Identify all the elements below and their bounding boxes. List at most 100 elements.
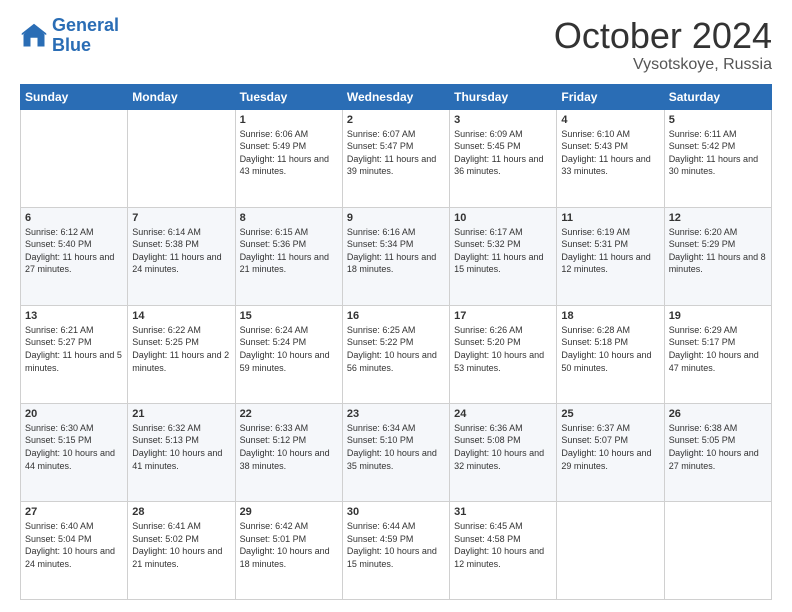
day-number: 10: [454, 212, 552, 224]
day-number: 28: [132, 506, 230, 518]
month-title: October 2024: [554, 16, 772, 56]
day-info: Sunrise: 6:30 AM Sunset: 5:15 PM Dayligh…: [25, 422, 123, 472]
day-number: 11: [561, 212, 659, 224]
logo: General Blue: [20, 16, 119, 56]
weekday-header: Sunday: [21, 84, 128, 109]
day-info: Sunrise: 6:40 AM Sunset: 5:04 PM Dayligh…: [25, 520, 123, 570]
day-number: 21: [132, 408, 230, 420]
logo-line1: General: [52, 15, 119, 35]
day-info: Sunrise: 6:15 AM Sunset: 5:36 PM Dayligh…: [240, 226, 338, 276]
day-info: Sunrise: 6:14 AM Sunset: 5:38 PM Dayligh…: [132, 226, 230, 276]
day-number: 22: [240, 408, 338, 420]
calendar-cell: 23 Sunrise: 6:34 AM Sunset: 5:10 PM Dayli…: [342, 403, 449, 501]
calendar-cell: [128, 109, 235, 207]
calendar-week-row: 13 Sunrise: 6:21 AM Sunset: 5:27 PM Dayli…: [21, 305, 772, 403]
weekday-header: Tuesday: [235, 84, 342, 109]
calendar-cell: 2Sunrise: 6:07 AM Sunset: 5:47 PM Daylig…: [342, 109, 449, 207]
calendar-cell: 27 Sunrise: 6:40 AM Sunset: 5:04 PM Dayli…: [21, 501, 128, 599]
day-number: 26: [669, 408, 767, 420]
day-info: Sunrise: 6:38 AM Sunset: 5:05 PM Dayligh…: [669, 422, 767, 472]
day-number: 31: [454, 506, 552, 518]
calendar-cell: [21, 109, 128, 207]
calendar-cell: 13 Sunrise: 6:21 AM Sunset: 5:27 PM Dayli…: [21, 305, 128, 403]
day-info: Sunrise: 6:16 AM Sunset: 5:34 PM Dayligh…: [347, 226, 445, 276]
day-number: 27: [25, 506, 123, 518]
day-number: 29: [240, 506, 338, 518]
calendar-cell: [664, 501, 771, 599]
calendar-week-row: 20 Sunrise: 6:30 AM Sunset: 5:15 PM Dayli…: [21, 403, 772, 501]
calendar-week-row: 1Sunrise: 6:06 AM Sunset: 5:49 PM Daylig…: [21, 109, 772, 207]
calendar-cell: 14 Sunrise: 6:22 AM Sunset: 5:25 PM Dayli…: [128, 305, 235, 403]
day-number: 13: [25, 310, 123, 322]
day-info: Sunrise: 6:24 AM Sunset: 5:24 PM Dayligh…: [240, 324, 338, 374]
day-info: Sunrise: 6:28 AM Sunset: 5:18 PM Dayligh…: [561, 324, 659, 374]
calendar-cell: 25Sunrise: 6:37 AM Sunset: 5:07 PM Dayli…: [557, 403, 664, 501]
calendar-cell: 18Sunrise: 6:28 AM Sunset: 5:18 PM Dayli…: [557, 305, 664, 403]
calendar-week-row: 6Sunrise: 6:12 AM Sunset: 5:40 PM Daylig…: [21, 207, 772, 305]
title-block: October 2024 Vysotskoye, Russia: [554, 16, 772, 74]
day-info: Sunrise: 6:10 AM Sunset: 5:43 PM Dayligh…: [561, 128, 659, 178]
day-info: Sunrise: 6:09 AM Sunset: 5:45 PM Dayligh…: [454, 128, 552, 178]
day-info: Sunrise: 6:32 AM Sunset: 5:13 PM Dayligh…: [132, 422, 230, 472]
calendar-cell: 24Sunrise: 6:36 AM Sunset: 5:08 PM Dayli…: [450, 403, 557, 501]
logo-icon: [20, 22, 48, 50]
day-number: 25: [561, 408, 659, 420]
day-info: Sunrise: 6:22 AM Sunset: 5:25 PM Dayligh…: [132, 324, 230, 374]
calendar-cell: 22 Sunrise: 6:33 AM Sunset: 5:12 PM Dayli…: [235, 403, 342, 501]
day-info: Sunrise: 6:17 AM Sunset: 5:32 PM Dayligh…: [454, 226, 552, 276]
calendar-cell: 5 Sunrise: 6:11 AM Sunset: 5:42 PM Daylig…: [664, 109, 771, 207]
day-number: 5: [669, 114, 767, 126]
calendar-header-row: SundayMondayTuesdayWednesdayThursdayFrid…: [21, 84, 772, 109]
day-info: Sunrise: 6:25 AM Sunset: 5:22 PM Dayligh…: [347, 324, 445, 374]
weekday-header: Wednesday: [342, 84, 449, 109]
weekday-header: Saturday: [664, 84, 771, 109]
calendar-cell: 29 Sunrise: 6:42 AM Sunset: 5:01 PM Dayli…: [235, 501, 342, 599]
day-info: Sunrise: 6:07 AM Sunset: 5:47 PM Dayligh…: [347, 128, 445, 178]
day-number: 16: [347, 310, 445, 322]
day-info: Sunrise: 6:45 AM Sunset: 4:58 PM Dayligh…: [454, 520, 552, 570]
calendar-cell: 1Sunrise: 6:06 AM Sunset: 5:49 PM Daylig…: [235, 109, 342, 207]
day-number: 20: [25, 408, 123, 420]
calendar-week-row: 27 Sunrise: 6:40 AM Sunset: 5:04 PM Dayli…: [21, 501, 772, 599]
calendar-cell: 8 Sunrise: 6:15 AM Sunset: 5:36 PM Daylig…: [235, 207, 342, 305]
page: General Blue October 2024 Vysotskoye, Ru…: [0, 0, 792, 612]
calendar-cell: [557, 501, 664, 599]
day-number: 1: [240, 114, 338, 126]
day-info: Sunrise: 6:26 AM Sunset: 5:20 PM Dayligh…: [454, 324, 552, 374]
day-number: 15: [240, 310, 338, 322]
weekday-header: Thursday: [450, 84, 557, 109]
day-info: Sunrise: 6:41 AM Sunset: 5:02 PM Dayligh…: [132, 520, 230, 570]
day-number: 8: [240, 212, 338, 224]
calendar-cell: 30 Sunrise: 6:44 AM Sunset: 4:59 PM Dayli…: [342, 501, 449, 599]
day-number: 30: [347, 506, 445, 518]
weekday-header: Monday: [128, 84, 235, 109]
day-info: Sunrise: 6:33 AM Sunset: 5:12 PM Dayligh…: [240, 422, 338, 472]
calendar-cell: 17 Sunrise: 6:26 AM Sunset: 5:20 PM Dayli…: [450, 305, 557, 403]
calendar-cell: 21 Sunrise: 6:32 AM Sunset: 5:13 PM Dayli…: [128, 403, 235, 501]
calendar-cell: 12Sunrise: 6:20 AM Sunset: 5:29 PM Dayli…: [664, 207, 771, 305]
day-number: 17: [454, 310, 552, 322]
day-number: 12: [669, 212, 767, 224]
calendar-cell: 26 Sunrise: 6:38 AM Sunset: 5:05 PM Dayli…: [664, 403, 771, 501]
calendar-cell: 19 Sunrise: 6:29 AM Sunset: 5:17 PM Dayli…: [664, 305, 771, 403]
day-info: Sunrise: 6:21 AM Sunset: 5:27 PM Dayligh…: [25, 324, 123, 374]
day-info: Sunrise: 6:11 AM Sunset: 5:42 PM Dayligh…: [669, 128, 767, 178]
day-number: 14: [132, 310, 230, 322]
day-number: 9: [347, 212, 445, 224]
calendar-cell: 6Sunrise: 6:12 AM Sunset: 5:40 PM Daylig…: [21, 207, 128, 305]
calendar-cell: 4Sunrise: 6:10 AM Sunset: 5:43 PM Daylig…: [557, 109, 664, 207]
calendar-cell: 15 Sunrise: 6:24 AM Sunset: 5:24 PM Dayli…: [235, 305, 342, 403]
day-info: Sunrise: 6:19 AM Sunset: 5:31 PM Dayligh…: [561, 226, 659, 276]
calendar-cell: 9 Sunrise: 6:16 AM Sunset: 5:34 PM Daylig…: [342, 207, 449, 305]
day-number: 19: [669, 310, 767, 322]
day-number: 3: [454, 114, 552, 126]
day-info: Sunrise: 6:42 AM Sunset: 5:01 PM Dayligh…: [240, 520, 338, 570]
day-info: Sunrise: 6:29 AM Sunset: 5:17 PM Dayligh…: [669, 324, 767, 374]
day-number: 23: [347, 408, 445, 420]
day-number: 7: [132, 212, 230, 224]
calendar-cell: 20 Sunrise: 6:30 AM Sunset: 5:15 PM Dayli…: [21, 403, 128, 501]
day-info: Sunrise: 6:12 AM Sunset: 5:40 PM Dayligh…: [25, 226, 123, 276]
day-info: Sunrise: 6:34 AM Sunset: 5:10 PM Dayligh…: [347, 422, 445, 472]
day-info: Sunrise: 6:44 AM Sunset: 4:59 PM Dayligh…: [347, 520, 445, 570]
calendar-cell: 28 Sunrise: 6:41 AM Sunset: 5:02 PM Dayli…: [128, 501, 235, 599]
